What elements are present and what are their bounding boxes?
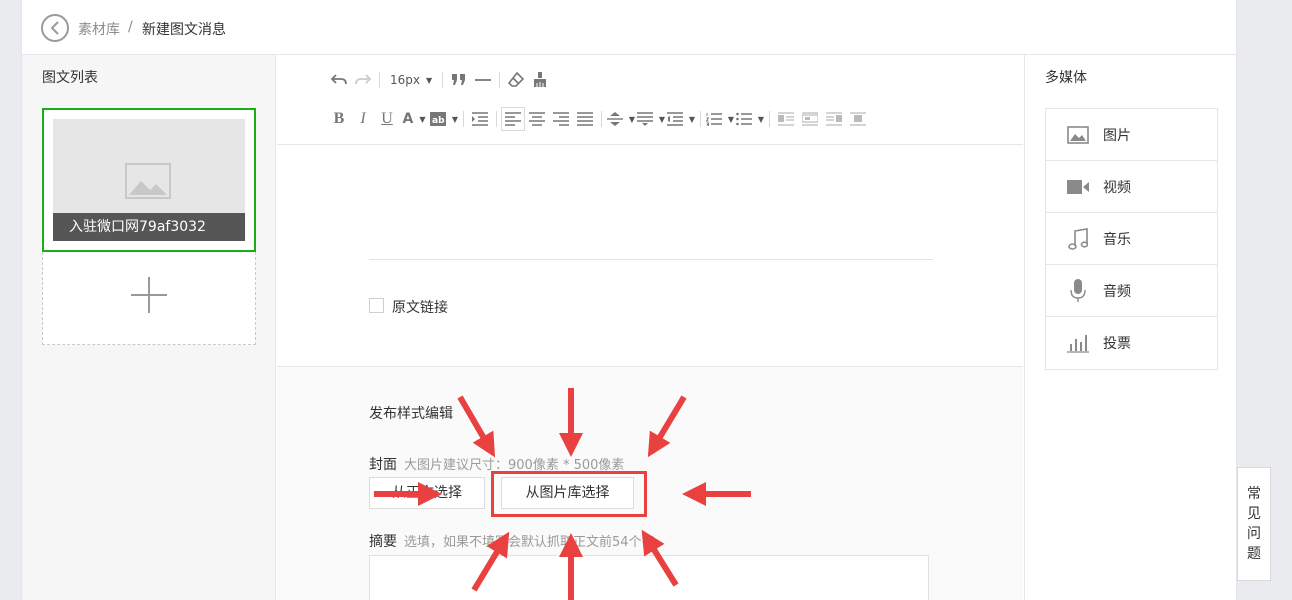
summary-textarea[interactable] [369,555,929,600]
summary-label: 摘要 [369,534,397,550]
source-link-label: 原文链接 [392,300,448,316]
add-article-button[interactable] [42,252,256,345]
faq-char: 问 [1247,526,1261,542]
line-height-icon[interactable]: ▼ [606,107,636,131]
align-center-icon[interactable] [525,107,549,131]
toolbar-separator [700,111,701,127]
vote-icon [1066,331,1090,355]
toolbar-separator [379,72,380,88]
center-block-icon[interactable] [846,107,870,131]
editor-divider [369,259,933,260]
blockquote-icon[interactable] [447,68,471,92]
caret-down-icon: ▼ [426,75,433,85]
float-none-icon[interactable] [798,107,822,131]
annotation-highlight-box [491,471,647,517]
summary-hint: 选填，如果不填写会默认抓取正文前54个字 [404,535,655,550]
editor-area: 16px ▼ B I U A ▼ ab ▼ ▼ ▼ ▼ ▼ ▼ 原文链接 发布样… [277,55,1023,600]
toolbar-separator [442,72,444,88]
article-list-title: 图文列表 [42,70,98,86]
svg-text:ab: ab [432,116,445,126]
publish-style-section: 发布样式编辑 封面 大图片建议尺寸：900像素 * 500像素 从正文选择 从图… [277,366,1023,600]
media-item-label: 图片 [1103,127,1131,144]
media-item-video[interactable]: 视频 [1046,161,1217,213]
content-editor[interactable]: 原文链接 [277,146,1023,366]
float-left-icon[interactable] [774,107,798,131]
article-card-selected[interactable]: 入驻微口网79af3032 [42,108,256,252]
toolbar-separator [769,111,770,127]
multimedia-title: 多媒体 [1045,70,1087,86]
font-size-select[interactable]: 16px ▼ [384,73,438,87]
background-color-icon[interactable]: ab ▼ [429,107,459,131]
source-link-checkbox[interactable] [369,298,384,313]
toolbar-separator [463,111,464,127]
media-item-label: 投票 [1103,336,1131,352]
back-button[interactable] [41,14,69,42]
font-size-value: 16px [390,73,420,87]
media-item-music[interactable]: 音乐 [1046,213,1217,265]
breadcrumb-current: 新建图文消息 [142,22,226,38]
faq-char: 见 [1247,506,1261,522]
publish-section-title: 发布样式编辑 [369,406,453,422]
app-window: 素材库 / 新建图文消息 图文列表 入驻微口网79af3032 16px ▼ B… [21,0,1238,600]
redo-icon[interactable] [351,68,375,92]
bold-icon[interactable]: B [327,107,351,131]
cover-label: 封面 [369,457,397,473]
paragraph-spacing-icon[interactable]: ▼ [636,107,666,131]
italic-icon[interactable]: I [351,107,375,131]
music-icon [1066,227,1090,251]
multimedia-panel: 多媒体 图片 视频 音乐 音频 投票 [1024,55,1238,600]
faq-button[interactable]: 常 见 问 题 [1237,467,1271,581]
image-placeholder-icon [125,163,171,199]
format-painter-icon[interactable] [528,68,552,92]
media-item-label: 音乐 [1103,231,1131,248]
microphone-icon [1066,278,1090,303]
letter-spacing-icon[interactable]: ▼ [666,107,696,131]
faq-char: 题 [1247,546,1261,562]
top-bar: 素材库 / 新建图文消息 [22,0,1238,55]
breadcrumb-library-link[interactable]: 素材库 [78,19,120,39]
toolbar-separator [496,111,497,127]
toolbar-row-2: B I U A ▼ ab ▼ ▼ ▼ ▼ ▼ ▼ [327,107,870,131]
editor-toolbar: 16px ▼ B I U A ▼ ab ▼ ▼ ▼ ▼ ▼ ▼ [277,55,1023,145]
undo-icon[interactable] [327,68,351,92]
align-justify-icon[interactable] [573,107,597,131]
font-color-icon[interactable]: A ▼ [399,107,429,131]
faq-char: 常 [1247,486,1261,502]
media-item-image[interactable]: 图片 [1046,109,1217,161]
media-item-vote[interactable]: 投票 [1046,317,1217,369]
article-title: 入驻微口网79af3032 [53,213,245,241]
media-item-audio[interactable]: 音频 [1046,265,1217,317]
plus-icon [131,277,167,313]
media-item-label: 音频 [1103,283,1131,300]
horizontal-rule-icon[interactable] [471,68,495,92]
indent-icon[interactable] [468,107,492,131]
align-left-icon[interactable] [501,107,525,131]
select-from-body-button[interactable]: 从正文选择 [369,477,485,509]
media-item-label: 视频 [1103,179,1131,196]
image-icon [1066,123,1090,147]
unordered-list-icon[interactable]: ▼ [735,107,765,131]
eraser-icon[interactable] [504,68,528,92]
video-icon [1066,175,1090,199]
chevron-left-icon [50,21,59,35]
toolbar-separator [499,72,501,88]
multimedia-list: 图片 视频 音乐 音频 投票 [1045,108,1218,370]
float-right-icon[interactable] [822,107,846,131]
toolbar-separator [601,111,602,127]
underline-icon[interactable]: U [375,107,399,131]
article-list-panel: 图文列表 入驻微口网79af3032 [22,55,276,600]
breadcrumb-separator: / [128,19,133,35]
toolbar-row-1: 16px ▼ [327,68,552,92]
align-right-icon[interactable] [549,107,573,131]
ordered-list-icon[interactable]: ▼ [705,107,735,131]
